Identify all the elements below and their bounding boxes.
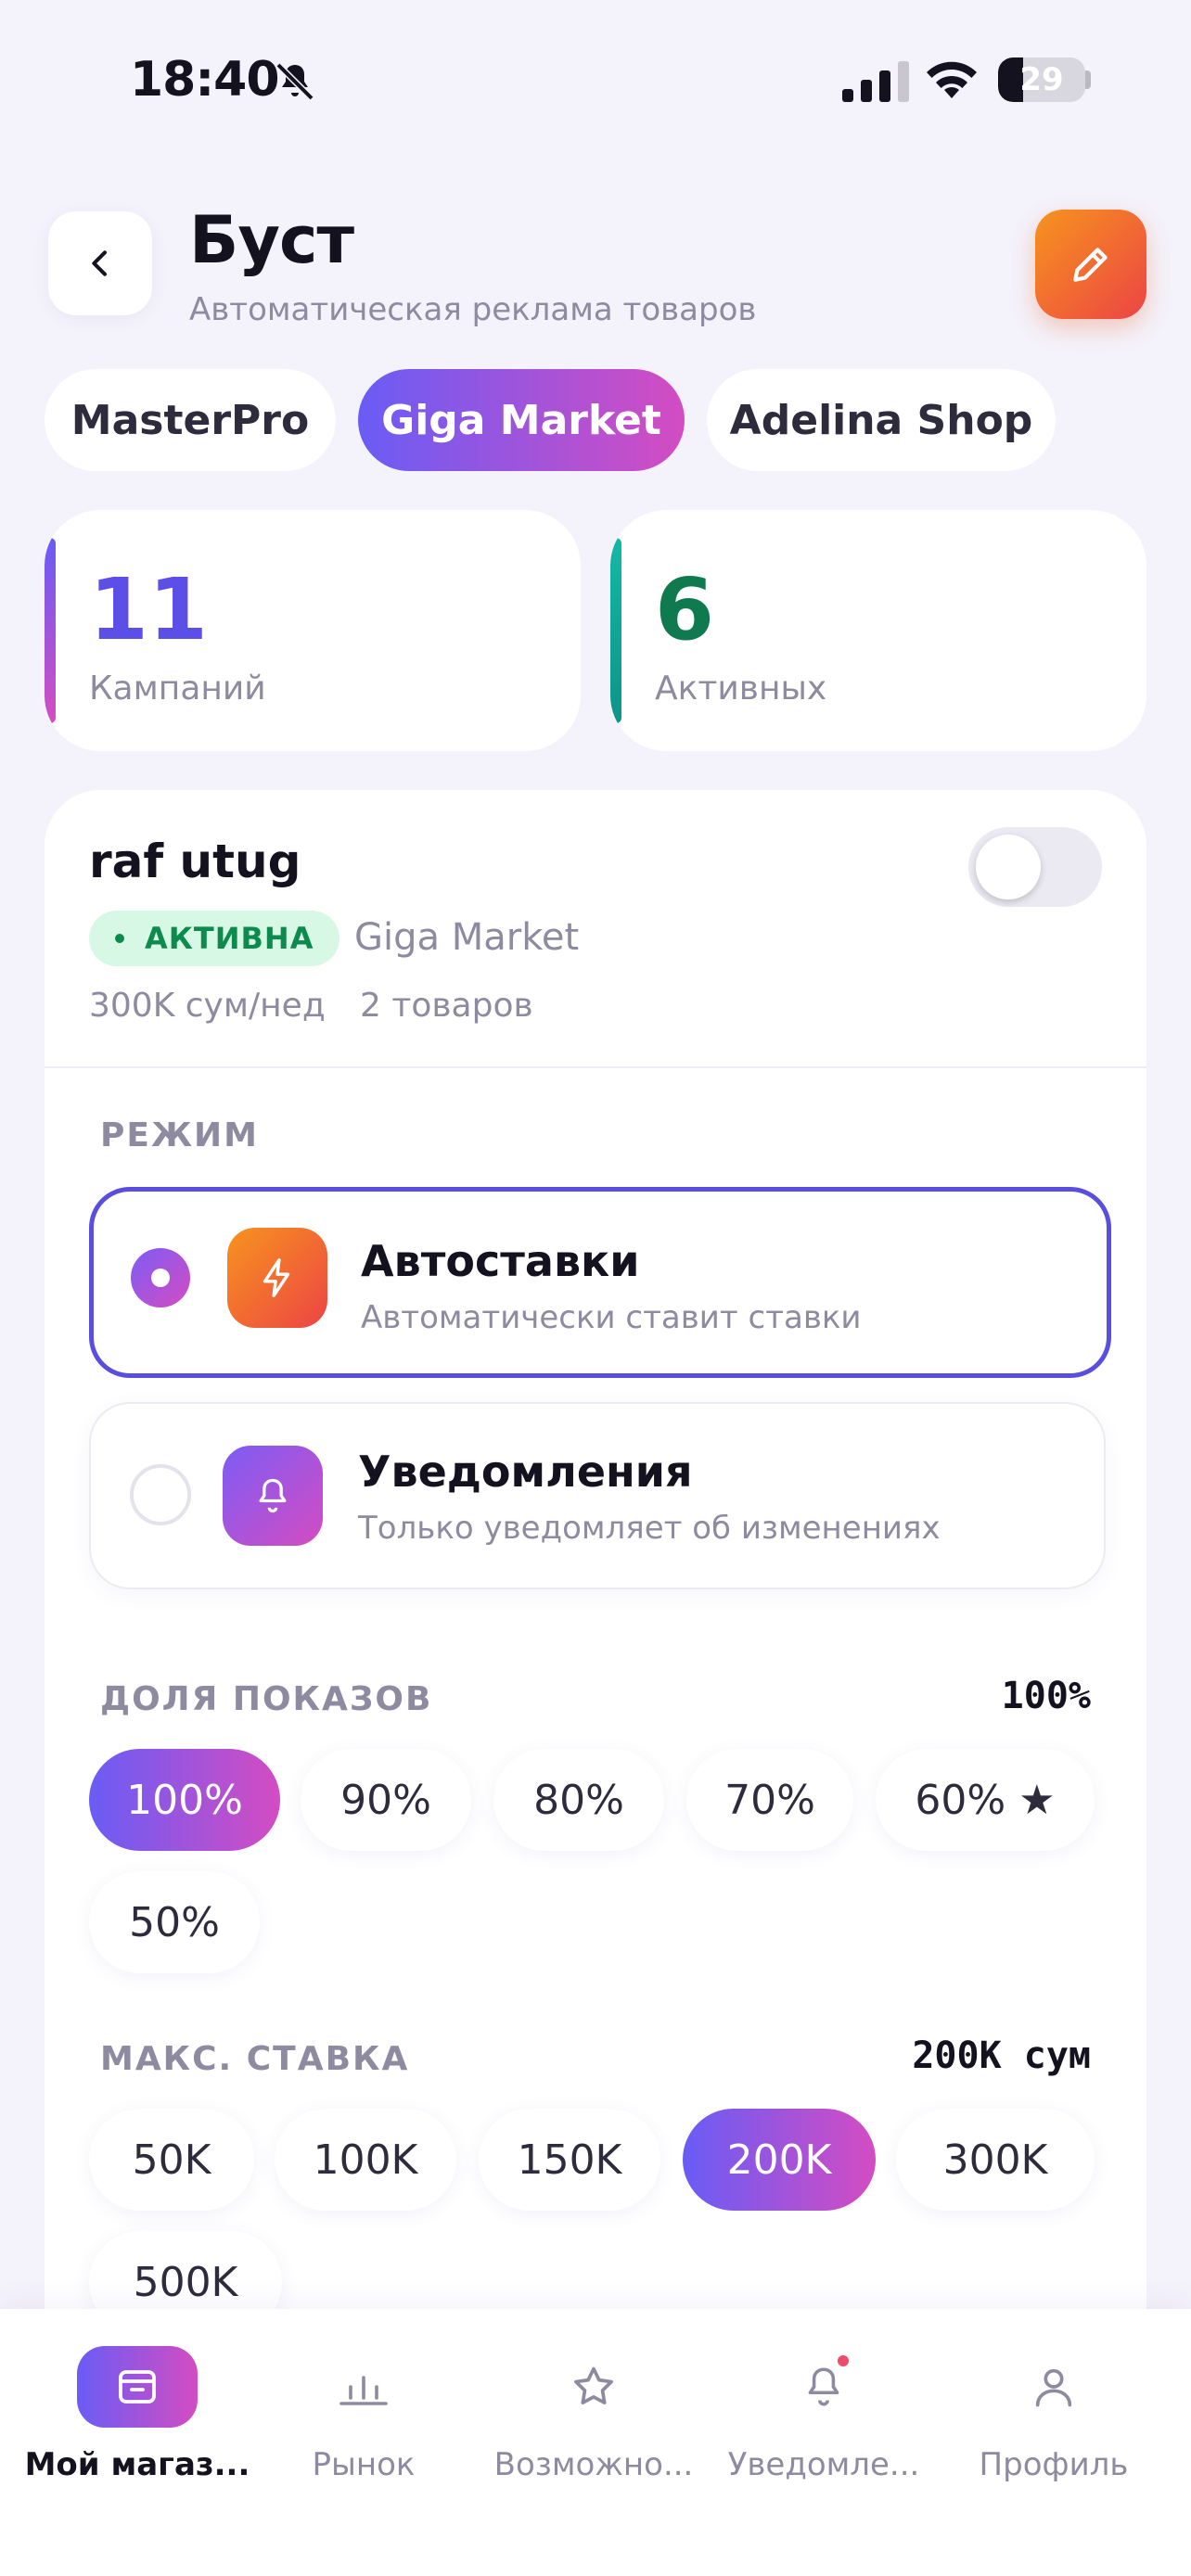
stat-card-active: 6 Активных	[610, 510, 1146, 751]
stat-accent-bar	[610, 538, 621, 723]
stat-card-campaigns: 11 Кампаний	[45, 510, 581, 751]
mode-option-autobid[interactable]: Автоставки Автоматически ставит ставки	[89, 1187, 1111, 1378]
status-badge-text: АКТИВНА	[145, 921, 314, 956]
nav-item-profile[interactable]: Профиль	[935, 2346, 1172, 2494]
mode-desc: Автоматически ставит ставки	[361, 1299, 862, 1336]
mode-title: Уведомления	[358, 1447, 693, 1497]
share-section-label: ДОЛЯ ПОКАЗОВ	[100, 1680, 433, 1718]
nav-item-my-store[interactable]: Мой магаз...	[19, 2346, 256, 2494]
page-subtitle: Автоматическая реклама товаров	[189, 291, 757, 328]
nav-label: Рынок	[312, 2446, 416, 2483]
pencil-icon	[1073, 248, 1108, 282]
bid-chip[interactable]: 150K	[479, 2109, 660, 2211]
bid-chip[interactable]: 200K	[683, 2109, 876, 2211]
user-icon	[1035, 2368, 1072, 2407]
nav-label: Уведомле...	[727, 2446, 920, 2483]
share-chip[interactable]: 80%	[493, 1749, 664, 1851]
divider	[45, 1066, 1146, 1068]
cell-signal-icon	[842, 61, 909, 102]
campaign-name: raf utug	[89, 835, 301, 888]
share-chip[interactable]: 60% ★	[876, 1749, 1095, 1851]
mode-section-label: РЕЖИМ	[100, 1116, 259, 1154]
battery-cap	[1085, 70, 1091, 89]
share-chip[interactable]: 70%	[686, 1749, 853, 1851]
nav-item-notifications[interactable]: Уведомле...	[705, 2346, 942, 2494]
battery-level: 29	[1019, 61, 1064, 98]
nav-item-market[interactable]: Рынок	[245, 2346, 482, 2494]
page-title: Буст	[189, 202, 354, 278]
shop-tab-masterpro[interactable]: MasterPro	[45, 369, 336, 471]
chevron-left-icon	[92, 250, 107, 276]
nav-label: Возможно...	[493, 2446, 694, 2483]
back-button[interactable]	[48, 211, 152, 315]
bar-chart-icon	[339, 2376, 388, 2405]
mode-icon-box	[227, 1228, 327, 1328]
shop-tab-adelina-shop[interactable]: Adelina Shop	[707, 369, 1056, 471]
lightning-icon	[263, 1258, 290, 1297]
share-current-value: 100%	[1001, 1675, 1091, 1717]
share-chip[interactable]: 100%	[89, 1749, 280, 1851]
battery-indicator: 29	[998, 57, 1085, 102]
campaign-shop: Giga Market	[354, 916, 580, 959]
bid-chip[interactable]: 300K	[896, 2109, 1095, 2211]
nav-icon-active-bg	[77, 2346, 198, 2428]
mode-title: Автоставки	[361, 1236, 640, 1286]
notification-dot	[838, 2355, 849, 2366]
campaign-toggle[interactable]	[968, 827, 1102, 907]
nav-icon-bg	[533, 2346, 654, 2428]
status-badge: АКТИВНА	[89, 911, 340, 966]
stat-value: 6	[655, 560, 715, 659]
nav-label: Профиль	[979, 2446, 1129, 2483]
mode-option-notifications[interactable]: Уведомления Только уведомляет об изменен…	[89, 1402, 1106, 1589]
campaign-budget: 300K сум/нед	[89, 987, 326, 1025]
nav-icon-bg	[763, 2346, 884, 2428]
stat-accent-bar	[45, 538, 56, 723]
campaign-products: 2 товаров	[360, 987, 533, 1025]
shop-tab-giga-market[interactable]: Giga Market	[358, 369, 685, 471]
nav-item-opportunities[interactable]: Возможно...	[475, 2346, 712, 2494]
store-icon	[119, 2370, 156, 2404]
bid-chip[interactable]: 100K	[275, 2109, 456, 2211]
mode-icon-box	[223, 1446, 323, 1546]
share-chip[interactable]: 50%	[89, 1871, 260, 1973]
nav-label: Мой магаз...	[24, 2446, 250, 2483]
star-icon	[574, 2366, 613, 2404]
bid-chip[interactable]: 50K	[89, 2109, 254, 2211]
max-bid-current-value: 200K сум	[912, 2034, 1091, 2077]
stat-label: Кампаний	[89, 670, 266, 708]
mode-desc: Только уведомляет об изменениях	[358, 1510, 941, 1547]
wifi-icon	[927, 61, 977, 98]
nav-icon-bg	[993, 2346, 1114, 2428]
radio-unselected[interactable]	[130, 1464, 191, 1525]
stat-value: 11	[89, 560, 209, 659]
edit-button[interactable]	[1035, 210, 1146, 319]
bell-off-icon	[275, 62, 314, 101]
radio-selected[interactable]	[131, 1248, 190, 1307]
nav-icon-bg	[303, 2346, 424, 2428]
bell-icon	[808, 2367, 839, 2406]
bell-icon	[259, 1478, 287, 1513]
share-chip[interactable]: 90%	[301, 1749, 471, 1851]
max-bid-section-label: МАКС. СТАВКА	[100, 2040, 410, 2078]
stat-label: Активных	[655, 670, 827, 708]
status-time: 18:40	[130, 52, 280, 108]
